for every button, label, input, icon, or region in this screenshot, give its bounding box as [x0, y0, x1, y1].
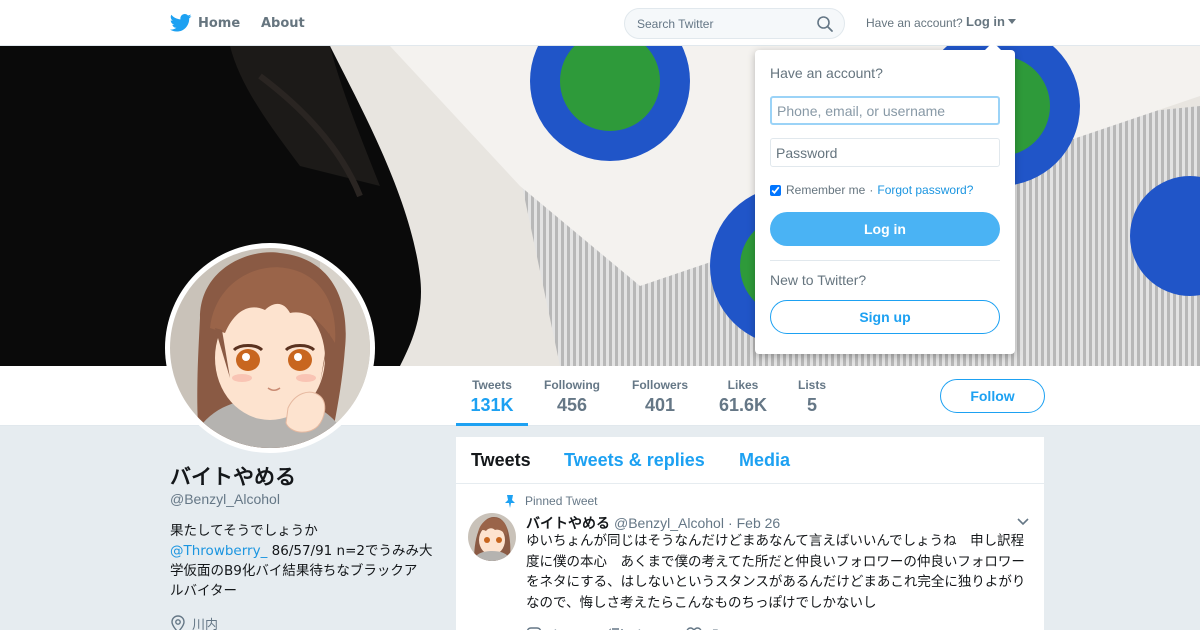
signup-button[interactable]: Sign up: [770, 300, 1000, 334]
login-dropdown: Have an account? Remember me · Forgot pa…: [755, 42, 1015, 354]
stat-likes[interactable]: Likes 61.6K: [714, 366, 772, 426]
nav-about-label: About: [261, 15, 305, 31]
stat-following[interactable]: Following 456: [540, 366, 604, 426]
profile-handle: @Benzyl_Alcohol: [170, 491, 280, 507]
login-dropdown-title: Have an account?: [770, 65, 883, 81]
tweet-avatar[interactable]: [468, 513, 516, 561]
remember-row: Remember me · Forgot password?: [770, 183, 973, 197]
twitter-bird-icon: [170, 14, 192, 32]
new-to-twitter-text: New to Twitter?: [770, 272, 867, 288]
profile-location: 川内: [170, 614, 218, 630]
location-text: 川内: [192, 618, 219, 630]
follow-button[interactable]: Follow: [940, 379, 1045, 413]
stat-value: 131K: [470, 395, 514, 415]
stat-label: Likes: [727, 378, 759, 392]
remember-separator: ·: [869, 183, 874, 197]
stat-label: Following: [544, 378, 600, 392]
remember-me-label[interactable]: Remember me: [786, 183, 865, 197]
avatar[interactable]: [165, 243, 375, 453]
have-account-text: Have an account?: [866, 16, 963, 30]
stat-value: 5: [806, 395, 817, 415]
tab-media[interactable]: Media: [739, 450, 790, 471]
stat-value: 61.6K: [718, 395, 768, 415]
timeline: Tweets Tweets & replies Media Pinned Twe…: [456, 437, 1044, 630]
avatar-image: [170, 248, 370, 448]
tweet-text: ゆいちょんが同じはそうなんだけどまあなんて言えばいいんでしょうね 申し訳程度に僕…: [526, 533, 1026, 611]
bio-line: 86/57/91 n=2でうみみ大: [267, 543, 433, 559]
nav-home[interactable]: Home: [170, 0, 240, 46]
bio-line: 学仮面のB9化バイ結果待ちなブラックア: [170, 563, 418, 579]
tweet-header: バイトやめる @Benzyl_Alcohol · Feb 26: [526, 513, 780, 533]
bio-mention-link[interactable]: @Throwberry_: [170, 543, 267, 559]
stat-label: Lists: [797, 378, 826, 392]
bio-line: 果たしてそうでしょうか: [170, 523, 318, 539]
tab-tweets[interactable]: Tweets: [471, 450, 531, 471]
login-link-label: Log in: [966, 14, 1005, 29]
login-button[interactable]: Log in: [770, 212, 1000, 246]
tweet-date[interactable]: Feb 26: [737, 515, 781, 531]
tweet-author-name[interactable]: バイトやめる: [526, 513, 610, 533]
tweet-separator: ·: [727, 515, 733, 531]
tweet-author-handle[interactable]: @Benzyl_Alcohol: [614, 515, 724, 531]
caret-down-icon: [1008, 19, 1016, 24]
pinned-text: Pinned Tweet: [525, 494, 598, 508]
stat-value: 401: [644, 395, 676, 415]
stat-followers[interactable]: Followers 401: [628, 366, 692, 426]
profile-display-name: バイトやめる: [170, 465, 296, 489]
location-pin-icon: [171, 614, 185, 630]
password-field[interactable]: [770, 138, 1000, 167]
nav-home-label: Home: [198, 15, 241, 31]
dropdown-divider: [770, 260, 1000, 261]
nav-about[interactable]: About: [261, 0, 305, 46]
tweet-avatar-image: [468, 513, 516, 561]
remember-me-checkbox[interactable]: [770, 184, 781, 196]
dropdown-notch: [985, 42, 1001, 50]
stat-lists[interactable]: Lists 5: [794, 366, 830, 426]
top-navigation: Home About Have an account? Log in: [0, 0, 1200, 46]
username-field[interactable]: [770, 96, 1000, 125]
bio-line: ルバイター: [170, 583, 237, 599]
pinned-tweet-label: Pinned Tweet: [504, 494, 598, 508]
forgot-password-link[interactable]: Forgot password?: [877, 183, 973, 197]
tab-tweets-and-replies[interactable]: Tweets & replies: [564, 450, 705, 471]
search-box: [624, 8, 845, 39]
pin-icon: [505, 494, 515, 508]
profile-bio: 果たしてそうでしょうか @Throwberry_ 86/57/91 n=2でうみ…: [170, 521, 435, 601]
stat-label: Tweets: [472, 378, 512, 392]
login-dropdown-toggle[interactable]: Log in: [966, 14, 1016, 29]
search-icon[interactable]: [816, 15, 834, 33]
stat-tweets[interactable]: Tweets 131K: [456, 366, 528, 426]
chevron-down-icon[interactable]: [1016, 517, 1030, 527]
timeline-tabs: Tweets Tweets & replies Media: [456, 437, 1044, 484]
search-input[interactable]: [637, 15, 812, 33]
pinned-tweet[interactable]: Pinned Tweet バイトやめる @Benzyl_Alcohol · Fe…: [456, 484, 1044, 630]
stat-label: Followers: [631, 378, 688, 392]
stat-value: 456: [556, 395, 588, 415]
